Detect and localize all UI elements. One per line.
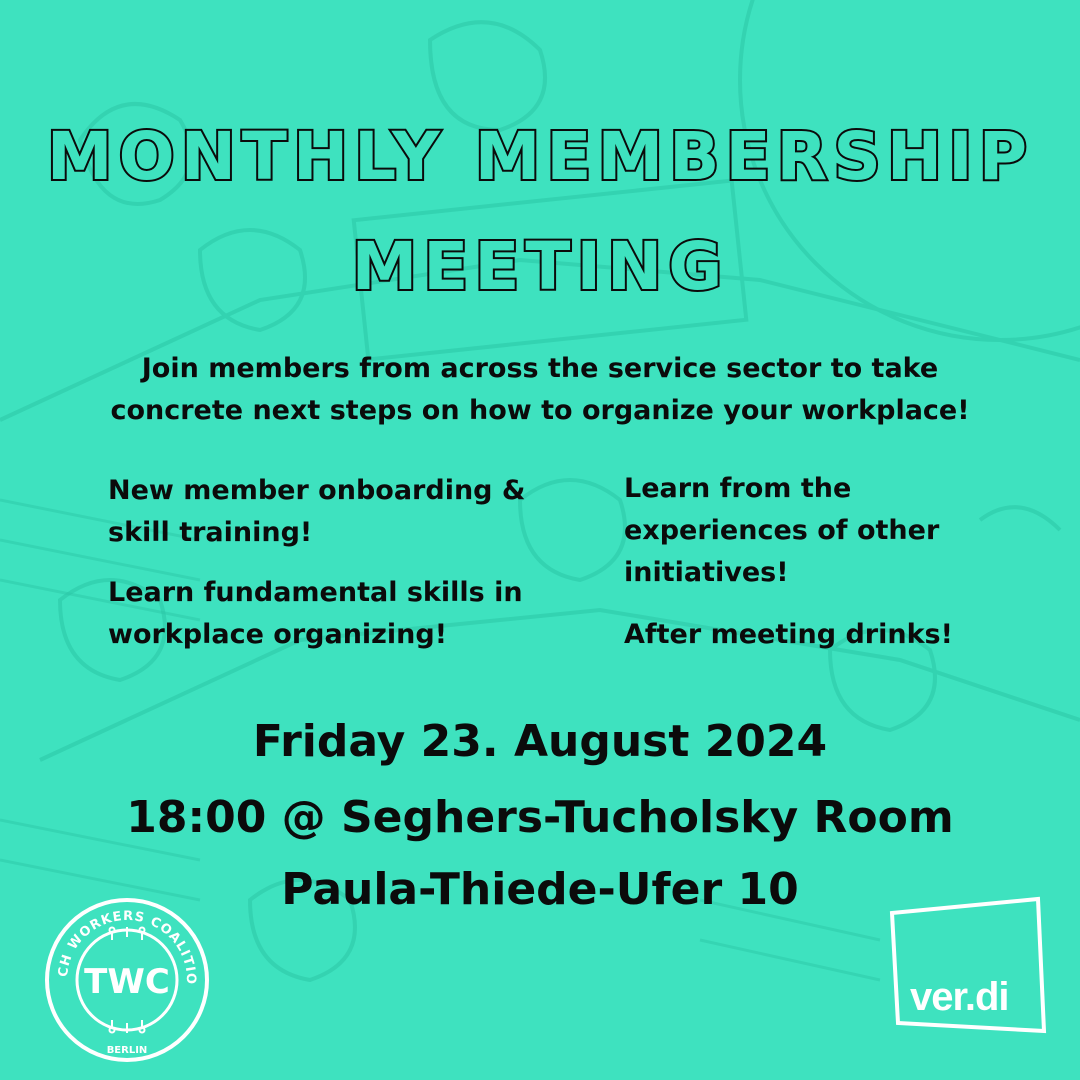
verdi-logo-text: ver.di	[910, 975, 1010, 1019]
bullet-other-initiatives: Learn from the experiences of other init…	[624, 473, 940, 588]
bullet-fundamental-skills: Learn fundamental skills in workplace or…	[108, 577, 523, 650]
event-time-place: 18:00 @ Seghers-Tucholsky Room	[126, 792, 954, 843]
bullet-onboarding: New member onboarding & skill training!	[108, 475, 526, 548]
bullet-drinks: After meeting drinks!	[624, 619, 953, 650]
intro-line-1: Join members from across the service sec…	[141, 353, 939, 384]
event-date: Friday 23. August 2024	[252, 716, 828, 767]
title-line-2: MEETING	[350, 226, 729, 307]
title-line-1: MONTHLY MEMBERSHIP	[45, 116, 1034, 197]
event-poster: MONTHLY MEMBERSHIP MEETING Join members …	[0, 0, 1080, 1080]
twc-mark: TWC	[84, 962, 170, 1002]
intro-line-2: concrete next steps on how to organize y…	[110, 395, 970, 426]
twc-logo: TECH WORKERS COALITION TWC BERLIN	[42, 895, 209, 1062]
twc-city: BERLIN	[107, 1045, 148, 1056]
